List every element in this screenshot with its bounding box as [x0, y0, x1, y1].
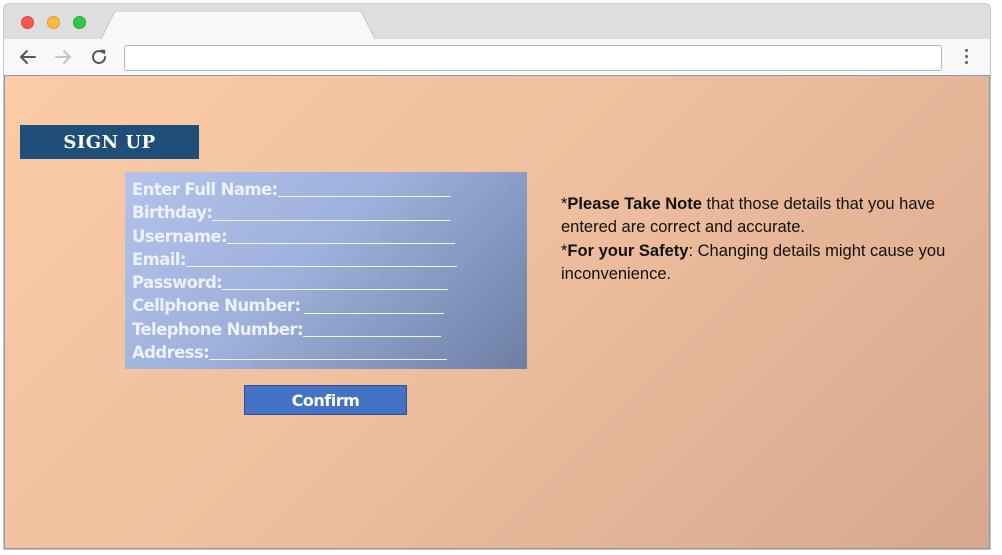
address-bar-input[interactable] [124, 45, 942, 71]
close-window-icon[interactable] [21, 16, 34, 29]
field-address[interactable]: Address: [132, 341, 527, 364]
field-label: Address: [132, 343, 210, 363]
field-telephone[interactable]: Telephone Number: [132, 318, 527, 341]
minimize-window-icon[interactable] [47, 16, 60, 29]
field-line[interactable] [212, 204, 451, 221]
field-cellphone[interactable]: Cellphone Number: [132, 294, 527, 317]
page-content: SIGN UP Enter Full Name: Birthday: Usern… [4, 75, 990, 549]
field-line[interactable] [304, 297, 445, 314]
note-bold-take-note: Please Take Note [567, 195, 702, 213]
browser-tab[interactable] [100, 11, 378, 41]
note-bold-safety: For your Safety [567, 241, 689, 260]
browser-toolbar [4, 39, 990, 76]
confirm-button[interactable]: Confirm [244, 385, 407, 415]
maximize-window-icon[interactable] [73, 16, 86, 29]
signup-banner: SIGN UP [20, 125, 199, 159]
arrow-right-icon [55, 50, 71, 64]
reload-button[interactable] [89, 47, 109, 67]
field-label: Email: [132, 249, 187, 269]
back-button[interactable] [18, 47, 38, 67]
field-label: Cellphone Number: [132, 296, 301, 316]
field-password[interactable]: Password: [132, 271, 527, 294]
field-email[interactable]: Email: [132, 248, 527, 271]
field-full-name[interactable]: Enter Full Name: [132, 178, 527, 201]
field-line[interactable] [302, 320, 441, 338]
tab-bar [4, 4, 990, 41]
signup-form: Enter Full Name: Birthday: Username: Ema… [125, 172, 527, 369]
field-username[interactable]: Username: [132, 225, 527, 248]
field-line[interactable] [222, 273, 449, 291]
field-label: Birthday: [132, 203, 213, 223]
field-line[interactable] [227, 227, 456, 244]
field-birthday[interactable]: Birthday: [132, 201, 527, 224]
field-label: Enter Full Name: [132, 180, 278, 199]
field-line[interactable] [277, 180, 451, 198]
safety-note: *Please Take Note that those details tha… [561, 193, 951, 286]
reload-icon [92, 49, 106, 64]
field-label: Username: [132, 226, 228, 246]
field-label: Password: [132, 273, 223, 293]
arrow-left-icon [20, 50, 36, 64]
browser-window: SIGN UP Enter Full Name: Birthday: Usern… [3, 3, 991, 550]
more-vert-icon[interactable] [962, 49, 970, 67]
field-line[interactable] [185, 250, 457, 268]
forward-button[interactable] [53, 47, 73, 67]
field-label: Telephone Number: [132, 319, 304, 339]
field-line[interactable] [209, 343, 448, 361]
